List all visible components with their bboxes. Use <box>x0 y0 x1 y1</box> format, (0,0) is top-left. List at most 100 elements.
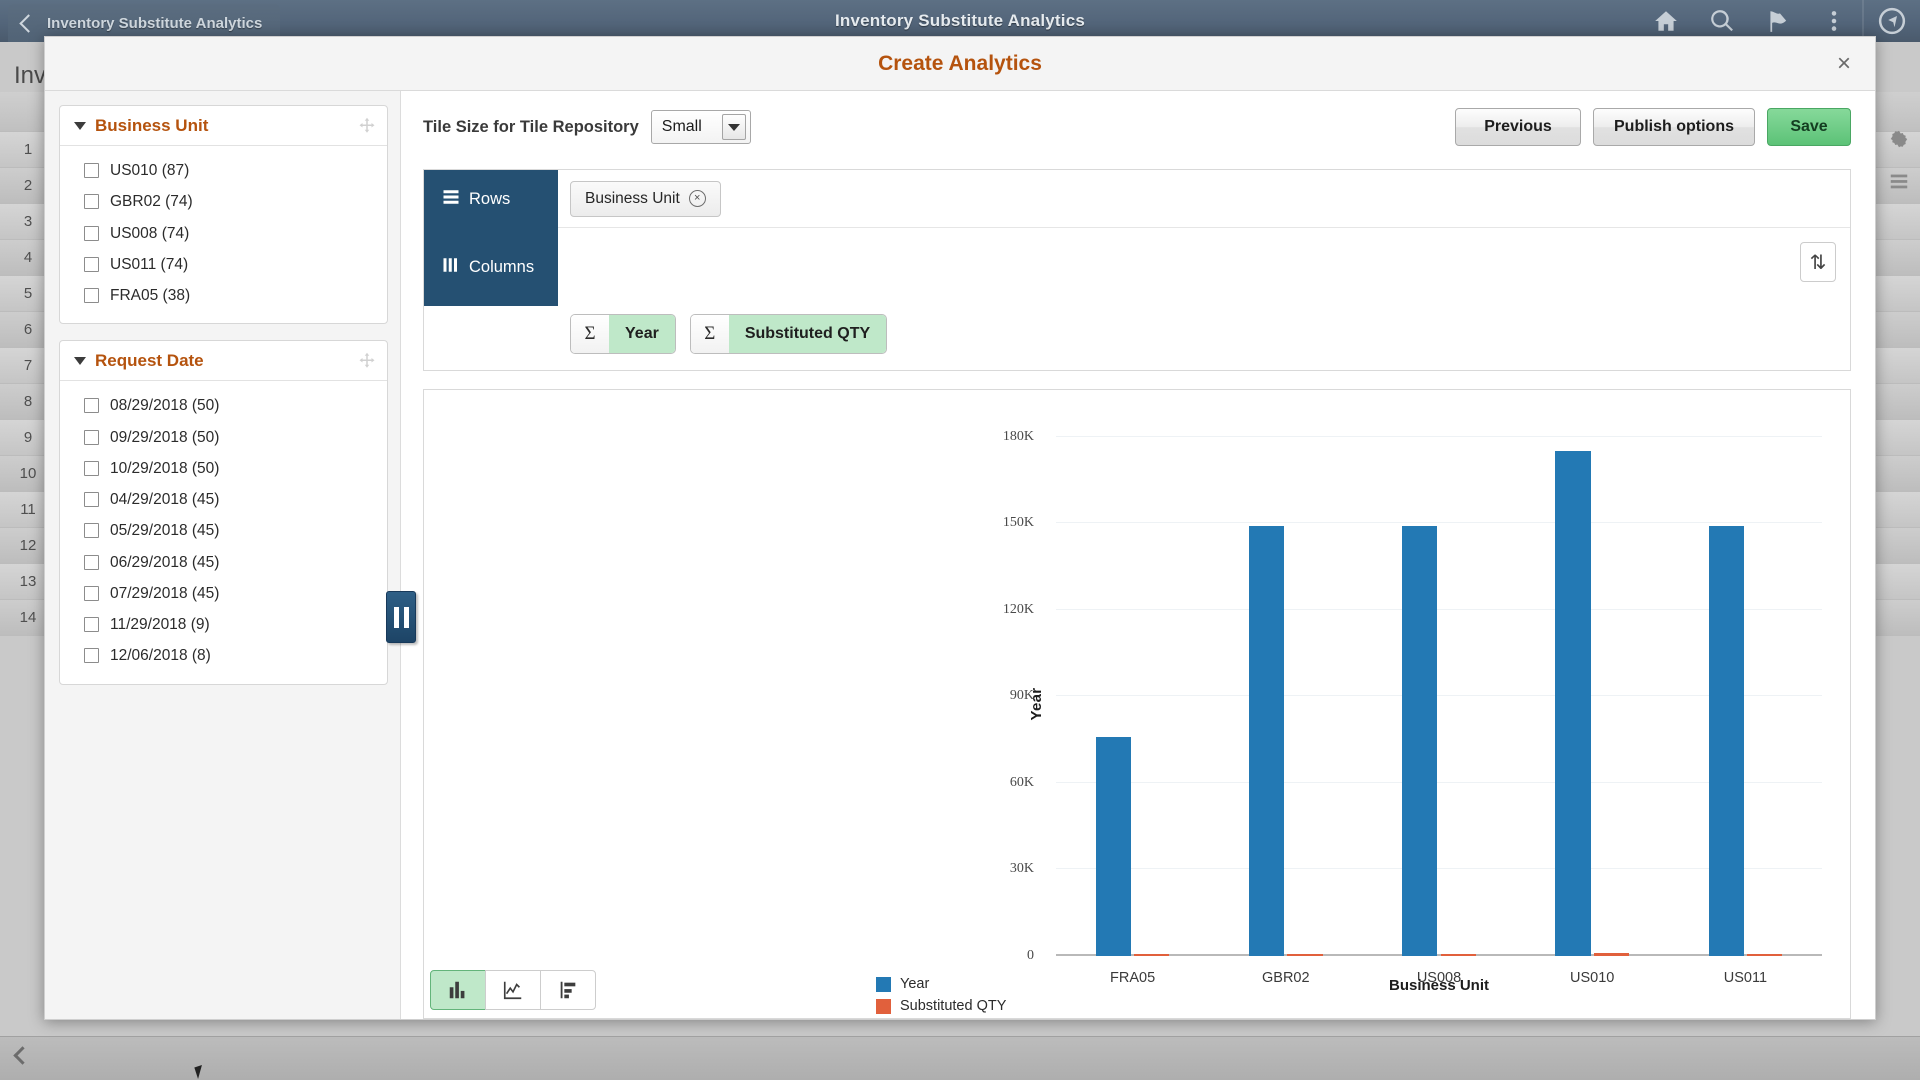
bar-group[interactable]: US008 <box>1362 408 1515 956</box>
chevron-down-icon[interactable] <box>722 114 746 140</box>
y-axis-tick-label: 120K <box>1003 602 1034 618</box>
modal-body: Business Unit US010 (87) GBR02 (74) US00… <box>45 91 1875 1019</box>
facet-item[interactable]: 06/29/2018 (45) <box>60 547 387 578</box>
columns-icon <box>442 256 460 279</box>
bar-substituted-qty[interactable] <box>1441 954 1476 956</box>
facet-item-label: 04/29/2018 (45) <box>110 488 219 511</box>
checkbox[interactable] <box>84 398 99 413</box>
legend-swatch <box>876 999 891 1014</box>
bar-year[interactable] <box>1096 737 1131 956</box>
facet-item[interactable]: FRA05 (38) <box>60 280 387 311</box>
columns-label-text: Columns <box>469 258 534 277</box>
y-axis-tick-label: 90K <box>1010 688 1034 704</box>
legend-item[interactable]: Substituted QTY <box>876 998 1006 1014</box>
facet-item[interactable]: 12/06/2018 (8) <box>60 640 387 671</box>
measure-label: Substituted QTY <box>729 315 886 353</box>
checkbox[interactable] <box>84 288 99 303</box>
background-page-title: Inv <box>14 62 46 90</box>
checkbox[interactable] <box>84 492 99 507</box>
legend-label: Substituted QTY <box>900 998 1006 1014</box>
sum-sigma-icon[interactable]: Σ <box>571 315 609 353</box>
pill-label: Business Unit <box>585 190 680 208</box>
facet-header[interactable]: Business Unit <box>60 106 387 146</box>
chevron-down-icon[interactable] <box>74 122 86 130</box>
legend-item[interactable]: Year <box>876 976 1006 992</box>
bar-year[interactable] <box>1709 526 1744 956</box>
previous-button[interactable]: Previous <box>1455 108 1581 146</box>
back-chevron-icon[interactable] <box>19 14 37 32</box>
rows-shelf-label: Rows <box>424 170 558 228</box>
bar-year[interactable] <box>1402 526 1437 956</box>
pause-bar-right-icon <box>404 607 409 628</box>
bar-group[interactable]: GBR02 <box>1209 408 1362 956</box>
drag-move-icon[interactable] <box>358 352 376 370</box>
columns-shelf-label: Columns <box>424 228 558 306</box>
drag-move-icon[interactable] <box>358 117 376 135</box>
close-icon[interactable]: × <box>1837 52 1851 76</box>
checkbox[interactable] <box>84 194 99 209</box>
sort-toggle-button[interactable]: ⇅ <box>1800 242 1836 282</box>
checkbox[interactable] <box>84 226 99 241</box>
facet-item[interactable]: 04/29/2018 (45) <box>60 484 387 515</box>
save-button[interactable]: Save <box>1767 108 1851 146</box>
facet-item-label: 07/29/2018 (45) <box>110 582 219 605</box>
pane-toolbar: Tile Size for Tile Repository Small Prev… <box>423 105 1851 149</box>
facet-item-label: US008 (74) <box>110 222 189 245</box>
bar-group[interactable]: FRA05 <box>1056 408 1209 956</box>
remove-icon[interactable]: × <box>689 190 706 207</box>
checkbox[interactable] <box>84 555 99 570</box>
bar-group[interactable]: US011 <box>1669 408 1822 956</box>
facet-header[interactable]: Request Date <box>60 341 387 381</box>
checkbox[interactable] <box>84 461 99 476</box>
checkbox[interactable] <box>84 523 99 538</box>
facet-business-unit: Business Unit US010 (87) GBR02 (74) US00… <box>59 105 388 324</box>
modal-header: Create Analytics × <box>45 37 1875 91</box>
scroll-left-icon[interactable] <box>13 1046 31 1064</box>
bar-substituted-qty[interactable] <box>1287 954 1322 956</box>
facet-item[interactable]: 11/29/2018 (9) <box>60 609 387 640</box>
rows-shelf: Rows Business Unit × <box>424 170 1850 228</box>
bar-substituted-qty[interactable] <box>1134 954 1169 956</box>
rows-drop-area[interactable]: Business Unit × <box>558 170 1850 228</box>
facet-item[interactable]: US011 (74) <box>60 249 387 280</box>
facet-item[interactable]: 05/29/2018 (45) <box>60 515 387 546</box>
collapse-panel-handle[interactable] <box>386 591 416 643</box>
measure-substituted-qty[interactable]: Σ Substituted QTY <box>690 314 887 354</box>
facet-item-label: US010 (87) <box>110 159 189 182</box>
horizontal-bar-chart-icon[interactable] <box>540 970 596 1010</box>
facet-item-label: 08/29/2018 (50) <box>110 394 219 417</box>
columns-drop-area[interactable]: ⇅ <box>558 228 1850 306</box>
bar-year[interactable] <box>1249 526 1284 956</box>
facet-item-label: 09/29/2018 (50) <box>110 426 219 449</box>
checkbox[interactable] <box>84 257 99 272</box>
checkbox[interactable] <box>84 617 99 632</box>
checkbox[interactable] <box>84 163 99 178</box>
facet-item[interactable]: GBR02 (74) <box>60 186 387 217</box>
checkbox[interactable] <box>84 648 99 663</box>
checkbox[interactable] <box>84 430 99 445</box>
bar-year[interactable] <box>1555 451 1590 956</box>
line-chart-icon[interactable] <box>485 970 541 1010</box>
bar-substituted-qty[interactable] <box>1747 954 1782 956</box>
x-axis-title: Business Unit <box>1056 977 1822 994</box>
publish-options-button[interactable]: Publish options <box>1593 108 1755 146</box>
checkbox[interactable] <box>84 586 99 601</box>
y-axis-tick-label: 60K <box>1010 775 1034 791</box>
facet-item[interactable]: 07/29/2018 (45) <box>60 578 387 609</box>
gear-icon[interactable] <box>1888 128 1910 150</box>
bar-chart-icon[interactable] <box>430 970 486 1010</box>
bar-substituted-qty[interactable] <box>1594 953 1629 956</box>
bar-group[interactable]: US010 <box>1516 408 1669 956</box>
facet-item[interactable]: 10/29/2018 (50) <box>60 453 387 484</box>
rows-pill-business-unit[interactable]: Business Unit × <box>570 181 721 217</box>
list-icon[interactable] <box>1888 170 1910 192</box>
chevron-down-icon[interactable] <box>74 357 86 365</box>
measure-year[interactable]: Σ Year <box>570 314 676 354</box>
facet-item[interactable]: 08/29/2018 (50) <box>60 390 387 421</box>
facet-title: Request Date <box>95 351 204 371</box>
sum-sigma-icon[interactable]: Σ <box>691 315 729 353</box>
facet-item[interactable]: US010 (87) <box>60 155 387 186</box>
tile-size-select[interactable]: Small <box>651 110 751 144</box>
facet-item[interactable]: US008 (74) <box>60 218 387 249</box>
facet-item[interactable]: 09/29/2018 (50) <box>60 422 387 453</box>
